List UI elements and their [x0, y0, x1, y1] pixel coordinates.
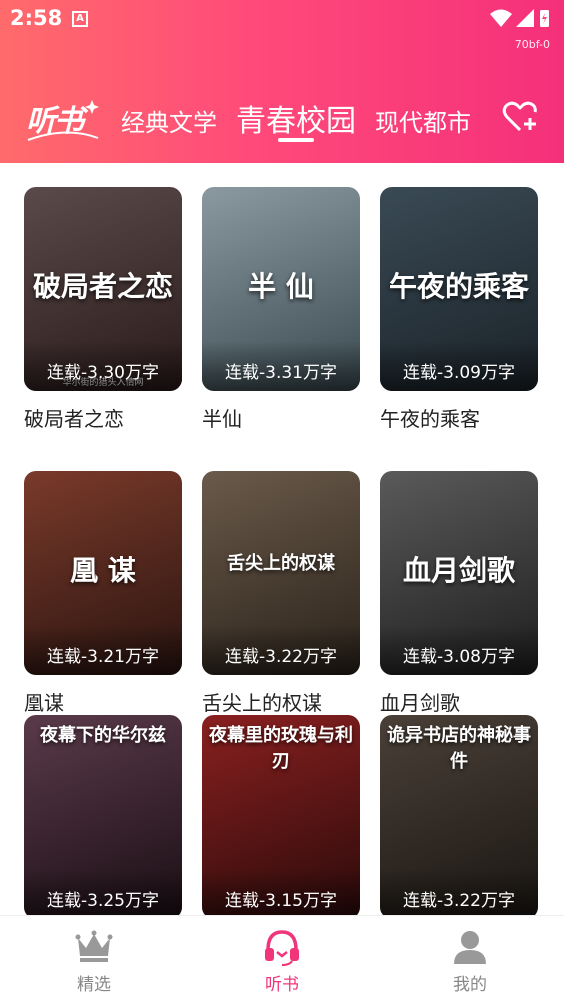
status-bar: 2:58 A 70bf-0	[0, 0, 564, 51]
book-card[interactable]: 血月剑歌 连载-3.08万字 血月剑歌	[380, 471, 538, 721]
book-title[interactable]: 凰谋	[24, 687, 64, 716]
header: 2:58 A 70bf-0 听书 经典文学 青春校园 现代都市	[0, 0, 564, 163]
user-icon	[454, 931, 486, 964]
serial-badge: 连载-3.21万字	[24, 625, 182, 675]
cover-title: 夜幕下的华尔兹	[40, 725, 166, 746]
notification-icon: A	[72, 11, 88, 27]
cover-title: 诡异书店的神秘事件	[387, 725, 531, 772]
book-card[interactable]: 诡异书店的神秘事件 连载-3.22万字	[380, 715, 538, 915]
serial-badge: 连载-3.30万字	[24, 341, 182, 391]
nav-label-mine: 我的	[453, 975, 487, 995]
cover-title: 血月剑歌	[402, 554, 515, 587]
cover-title: 半 仙	[248, 270, 314, 303]
nav-label-featured: 精选	[77, 975, 111, 995]
serial-badge: 连载-3.09万字	[380, 341, 538, 391]
book-card[interactable]: 夜幕里的玫瑰与利刃 连载-3.15万字	[202, 715, 360, 915]
nav-item-featured[interactable]: 精选	[24, 916, 164, 1005]
book-card[interactable]: 破局者之恋华尔街的猎头入情网连载-3.30万字破局者之恋	[24, 187, 182, 437]
book-title[interactable]: 半仙	[202, 403, 242, 432]
book-card[interactable]: 凰 谋连载-3.21万字凰谋	[24, 471, 182, 721]
book-cover[interactable]: 破局者之恋华尔街的猎头入情网连载-3.30万字	[24, 187, 182, 391]
book-cover[interactable]: 午夜的乘客连载-3.09万字	[380, 187, 538, 391]
book-title[interactable]: 舌尖上的权谋	[202, 687, 322, 716]
serial-badge: 连载-3.25万字	[24, 869, 182, 915]
cover-title: 凰 谋	[70, 554, 136, 587]
nav-label-audiobook: 听书	[265, 975, 299, 995]
serial-badge: 连载-3.22万字	[202, 625, 360, 675]
book-title[interactable]: 午夜的乘客	[380, 403, 480, 432]
book-cover[interactable]: 血月剑歌连载-3.08万字	[380, 471, 538, 675]
tab-modern-city[interactable]: 现代都市	[375, 103, 471, 138]
nav-item-mine[interactable]: 我的	[400, 916, 540, 1005]
book-title[interactable]: 破局者之恋	[24, 403, 124, 432]
bottom-nav: 精选 听书 我的	[0, 915, 564, 1005]
book-cover[interactable]: 夜幕里的玫瑰与利刃 连载-3.15万字	[202, 715, 360, 915]
book-card[interactable]: 午夜的乘客 连载-3.09万字 午夜的乘客	[380, 187, 538, 437]
category-tabs: 听书 经典文学 青春校园 现代都市	[0, 86, 564, 146]
system-icons	[488, 8, 550, 32]
crown-icon	[75, 930, 113, 962]
book-cover[interactable]: 诡异书店的神秘事件 连载-3.22万字	[380, 715, 538, 915]
cover-title: 破局者之恋	[32, 270, 173, 303]
tab-classic-literature[interactable]: 经典文学	[121, 103, 217, 138]
build-tag: 70bf-0	[514, 38, 550, 51]
book-card[interactable]: 半 仙连载-3.31万字半仙	[202, 187, 360, 437]
headphones-icon	[265, 930, 299, 966]
heart-plus-icon[interactable]	[502, 100, 542, 134]
signal-icon	[516, 9, 534, 27]
book-cover[interactable]: 半 仙连载-3.31万字	[202, 187, 360, 391]
book-title[interactable]: 血月剑歌	[380, 687, 460, 716]
book-card[interactable]: 舌尖上的权谋 连载-3.22万字 舌尖上的权谋	[202, 471, 360, 721]
cover-title: 舌尖上的权谋	[227, 553, 335, 574]
book-card[interactable]: 夜幕下的华尔兹连载-3.25万字	[24, 715, 182, 915]
book-cover[interactable]: 凰 谋连载-3.21万字	[24, 471, 182, 675]
app-logo: 听书	[26, 96, 104, 144]
cover-title: 夜幕里的玫瑰与利刃	[209, 725, 353, 772]
serial-badge: 连载-3.31万字	[202, 341, 360, 391]
serial-badge: 连载-3.22万字	[380, 869, 538, 915]
nav-item-audiobook[interactable]: 听书	[212, 916, 352, 1005]
status-time: 2:58	[10, 6, 63, 30]
book-cover[interactable]: 夜幕下的华尔兹连载-3.25万字	[24, 715, 182, 915]
serial-badge: 连载-3.15万字	[202, 869, 360, 915]
active-tab-indicator	[278, 138, 314, 142]
cover-title: 午夜的乘客	[388, 270, 529, 303]
wifi-icon	[490, 9, 512, 27]
serial-badge: 连载-3.08万字	[380, 625, 538, 675]
tab-youth-campus[interactable]: 青春校园	[236, 96, 356, 140]
book-grid: 破局者之恋华尔街的猎头入情网连载-3.30万字破局者之恋半 仙连载-3.31万字…	[0, 163, 564, 915]
book-cover[interactable]: 舌尖上的权谋连载-3.22万字	[202, 471, 360, 675]
